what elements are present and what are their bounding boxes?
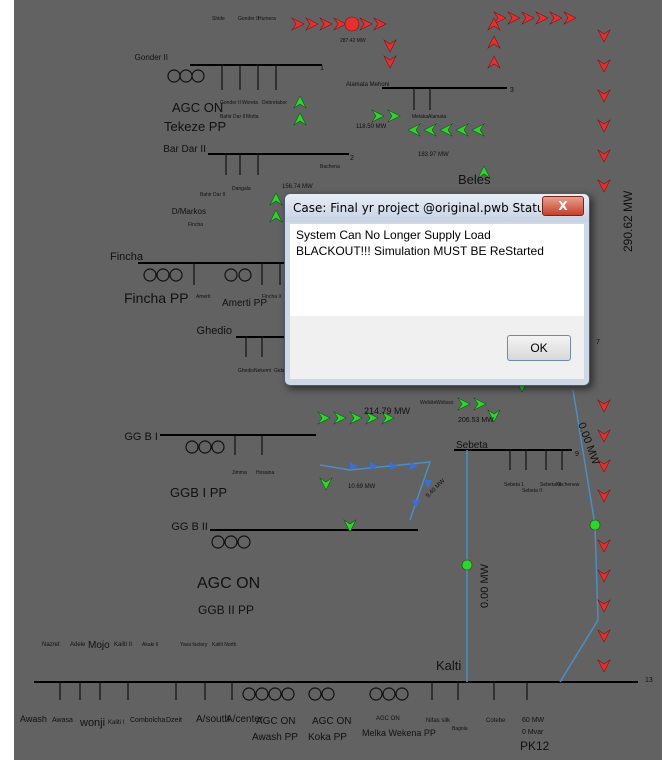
load-label-humera: Humera: [258, 16, 276, 22]
dialog-message: System Can No Longer Supply Load BLACKOU…: [296, 228, 544, 258]
load-label-fincha2: Fincha II: [262, 294, 281, 300]
label-agc-melka: AGC ON: [376, 716, 400, 722]
bus-label-fincha: Fincha: [110, 251, 144, 263]
flow-kalti-line: 0.00 MW: [479, 563, 491, 608]
load-label-kaliti1: Kaliti I: [108, 720, 125, 726]
load-label-akaki2: Akaki II: [142, 642, 158, 648]
flow-206: 206.53 MW: [458, 417, 494, 424]
load-label-wolisso: Wolisso: [436, 400, 454, 406]
load-label-bahirdar: Bahir Dar II: [220, 114, 245, 120]
load-label-gonder2: Gonder II: [238, 16, 259, 22]
bus-number-sebeta: 9: [575, 451, 579, 458]
label-agc-koka: AGC ON: [312, 716, 351, 727]
load-label-bagola: Bagola: [452, 726, 468, 732]
pk12-mvar: 0 Mvar: [522, 729, 544, 736]
load-label-sebeta2: Sebeta II: [522, 488, 542, 494]
label-pk12: PK12: [520, 739, 550, 753]
load-label-bahirdar2: Bahir Dar II: [200, 192, 225, 198]
load-label-kochenew: Kochenew: [556, 482, 580, 488]
load-label-debretabor: Debretabor: [262, 100, 287, 106]
load-label-amerti: Amerti: [196, 294, 210, 300]
flow-right-vertical: 290.62 MW: [621, 190, 635, 252]
label-agc-tekeze: AGC ON: [172, 100, 223, 115]
load-label-cotebe: Cotebe: [486, 718, 506, 724]
flow-1069: 10.69 MW: [348, 484, 376, 490]
load-label-welkite: Welkite: [420, 400, 437, 406]
load-label-wonji: wonji: [79, 717, 105, 729]
flow-118: 118.50 MW: [356, 124, 387, 130]
load-label-awasa: Awasa: [52, 717, 73, 724]
load-label-hosaina: Hosaina: [256, 470, 275, 476]
load-label-motta: Motta: [246, 114, 259, 120]
load-label-awash: Awash: [20, 714, 47, 724]
load-label-adele: Adele: [70, 642, 86, 648]
bus-label-ghedio: Ghedio: [197, 325, 232, 337]
bus-number-alamata: 3: [510, 87, 514, 94]
label-tekeze-pp: Tekeze PP: [164, 119, 226, 134]
load-label-combolcha: Combolcha: [130, 717, 166, 724]
bus-label-sebeta: Sebeta: [456, 440, 488, 451]
load-label-bachena: Bachena: [320, 164, 340, 170]
load-label-nifas: Nifas silk: [426, 718, 451, 724]
dialog-titlebar[interactable]: Case: Final yr project @original.pwb Sta…: [285, 194, 589, 222]
load-label-melaka: Melaka: [412, 114, 428, 120]
pk12-mw: 60 MW: [522, 717, 545, 724]
bus-label-dmarkos: D/Markos: [172, 207, 206, 216]
label-agc-ggb2: AGC ON: [197, 575, 260, 592]
load-label-dangala: Dangala: [232, 186, 251, 192]
label-melka-pp: Melka Wekena PP: [362, 728, 436, 738]
label-koka-pp: Koka PP: [308, 732, 347, 743]
bus-number-right: 7: [596, 339, 600, 346]
load-label-mojo: Mojo: [88, 640, 110, 651]
bus-label-alamata: Alamata Mehoni: [346, 82, 389, 88]
load-label-nazret: Nazret: [42, 642, 60, 648]
flow-156: 156.74 MW: [282, 184, 313, 190]
flow-214: 214.79 MW: [364, 406, 411, 416]
dialog-close-button[interactable]: X: [542, 196, 584, 216]
bus-number-main: 13: [645, 677, 653, 684]
label-fincha-pp: Fincha PP: [124, 290, 189, 306]
load-label-yava: Yava factory: [180, 642, 208, 648]
flow-183: 183.97 MW: [418, 152, 449, 158]
load-label-dzeit: Dzeit: [166, 717, 182, 724]
label-ggb1-pp: GGB I PP: [170, 485, 227, 500]
load-label-jimma: Jimma: [232, 470, 247, 476]
bus-label-ggb2: GG B II: [171, 521, 208, 533]
bus-label-kalti: Kalti: [436, 658, 461, 673]
load-label-ghedio: Ghedio: [238, 368, 254, 374]
bus-number-gonder: 1: [320, 65, 324, 72]
bus-number-bardar: 2: [350, 155, 354, 162]
load-label-fincha: Fincha: [188, 222, 203, 228]
load-label-shide: Shide: [212, 16, 225, 22]
label-awash-pp: Awash PP: [252, 732, 298, 743]
bus-label-gonder: Gonder II: [135, 53, 168, 62]
dialog-title: Case: Final yr project @original.pwb Sta…: [293, 201, 541, 215]
blackout-dialog: Case: Final yr project @original.pwb Sta…: [284, 193, 590, 386]
ok-button[interactable]: OK: [507, 335, 571, 361]
load-label-acenter: A/center: [226, 714, 264, 725]
label-amerti-pp: Amerti PP: [222, 298, 267, 309]
load-label-gonder2b: Gonder II: [220, 100, 241, 106]
flow-287: 287.42 MW: [340, 38, 366, 44]
bus-label-ggb1: GG B I: [124, 431, 158, 443]
label-ggb2-pp: GGB II PP: [198, 603, 254, 617]
load-label-kaliti-north: Kaliti North: [212, 642, 237, 648]
load-label-kaliti2: Kaliti II: [114, 642, 132, 648]
load-label-woreta: Woreta: [242, 100, 258, 106]
bus-label-beles: Beles: [458, 172, 491, 187]
bus-label-bardar: Bar Dar II: [163, 144, 206, 155]
load-label-asouth: A/south: [196, 714, 230, 725]
load-label-alamata: Alamata: [428, 114, 447, 120]
load-label-nekemt: Nekemt: [254, 368, 272, 374]
